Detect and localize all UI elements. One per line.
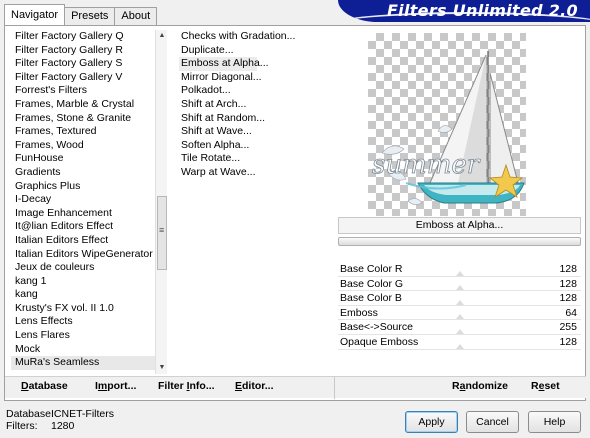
filter-item[interactable]: Soften Alpha... [179,139,329,153]
category-item[interactable]: Italian Editors WipeGenerator [11,248,155,262]
parameter-value: 128 [559,335,577,348]
parameter-name: Base Color G [340,277,404,290]
parameter-slider[interactable]: Base Color R 128 [338,262,581,277]
reset-button[interactable]: Reset [531,380,560,392]
filter-item[interactable]: Shift at Arch... [179,98,329,112]
filter-item[interactable]: Polkadot... [179,84,329,98]
tab-presets[interactable]: Presets [64,7,116,25]
database-button[interactable]: Database [21,380,68,392]
status-area: Database: ICNET-Filters Filters: 1280 [6,408,114,432]
current-filter-name: Emboss at Alpha... [338,217,581,234]
filters-count: 1280 [51,420,75,432]
category-item[interactable]: Graphics Plus [11,180,155,194]
category-item[interactable]: It@lian Editors Effect [11,220,155,234]
import-button[interactable]: Import... [95,380,136,392]
filter-item[interactable]: Emboss at Alpha... [179,57,269,71]
banner-title: Filters Unlimited 2.0 [386,1,578,20]
navigator-panel: Filter Factory Gallery Q Filter Factory G… [4,25,586,401]
progress-bar [338,237,581,246]
help-button[interactable]: Help [528,411,581,433]
category-item[interactable]: Frames, Marble & Crystal [11,98,155,112]
parameter-value: 128 [559,292,577,305]
parameter-value: 64 [565,306,577,319]
scroll-up-icon[interactable]: ▲ [156,30,168,42]
parameter-slider[interactable]: Base<->Source 255 [338,320,581,335]
parameter-name: Base Color B [340,292,402,305]
filter-item[interactable]: Warp at Wave... [179,166,329,180]
category-scrollbar[interactable]: ▲ ▼ [155,30,167,374]
category-item[interactable]: FunHouse [11,152,155,166]
filter-item[interactable]: Tile Rotate... [179,152,329,166]
slider-marker-icon[interactable] [456,285,464,291]
tab-bar: Navigator Presets About [4,4,158,25]
category-item[interactable]: Filter Factory Gallery V [11,71,155,85]
category-item[interactable]: Jeux de couleurs [11,261,155,275]
preview-image: summer [368,33,526,216]
parameter-name: Opaque Emboss [340,335,419,348]
slider-marker-icon[interactable] [456,328,464,334]
category-item[interactable]: Gradients [11,166,155,180]
category-item[interactable]: Italian Editors Effect [11,234,155,248]
parameter-slider[interactable]: Emboss 64 [338,306,581,321]
category-item[interactable]: Frames, Textured [11,125,155,139]
category-item[interactable]: Frames, Wood [11,139,155,153]
filters-label: Filters: [6,420,38,432]
filter-item[interactable]: Shift at Random... [179,112,329,126]
category-item[interactable]: Frames, Stone & Granite [11,112,155,126]
database-label: Database: [6,408,54,420]
apply-button[interactable]: Apply [405,411,458,433]
slider-marker-icon[interactable] [456,299,464,305]
category-item[interactable]: kang [11,288,155,302]
category-item[interactable]: Krusty's FX vol. II 1.0 [11,302,155,316]
category-item[interactable]: kang 1 [11,275,155,289]
title-banner: Filters Unlimited 2.0 [338,0,590,22]
cancel-button[interactable]: Cancel [466,411,519,433]
category-item[interactable]: Filter Factory Gallery Q [11,30,155,44]
category-item[interactable]: Lens Effects [11,315,155,329]
editor-button[interactable]: Editor... [235,380,274,392]
parameter-slider[interactable]: Base Color B 128 [338,291,581,306]
slider-marker-icon[interactable] [456,343,464,349]
category-item[interactable]: Filter Factory Gallery R [11,44,155,58]
tab-about[interactable]: About [114,7,158,25]
parameter-slider[interactable]: Opaque Emboss 128 [338,335,581,350]
toolbar-separator [334,377,335,399]
category-item[interactable]: Lens Flares [11,329,155,343]
category-list[interactable]: Filter Factory Gallery Q Filter Factory G… [11,30,155,374]
preview-watermark: summer [372,150,481,180]
parameter-value: 128 [559,263,577,275]
filter-item[interactable]: Mirror Diagonal... [179,71,329,85]
filter-info-button[interactable]: Filter Info... [158,380,215,392]
filter-item[interactable]: Duplicate... [179,44,329,58]
category-item[interactable]: MuRa's Seamless [11,356,155,370]
tab-navigator[interactable]: Navigator [4,4,66,25]
bottom-toolbar: Database Import... Filter Info... Editor… [5,376,586,399]
slider-marker-icon[interactable] [456,314,464,320]
parameter-value: 255 [559,321,577,334]
category-item[interactable]: Image Enhancement [11,207,155,221]
category-item[interactable]: I-Decay [11,193,155,207]
filter-item[interactable]: Shift at Wave... [179,125,329,139]
sailboat-preview-graphic: summer [372,51,525,205]
parameter-name: Base Color R [340,263,403,275]
scroll-down-icon[interactable]: ▼ [156,362,168,374]
parameter-slider[interactable]: Base Color G 128 [338,277,581,292]
parameter-list: Base Color R 128 Base Color G 128 Base Color… [338,262,581,350]
filter-list[interactable]: Checks with Gradation... Duplicate... Embo… [179,30,329,180]
scrollbar-thumb[interactable] [157,196,167,270]
category-item[interactable]: Mock [11,343,155,357]
parameter-name: Base<->Source [340,321,413,334]
parameter-value: 128 [559,277,577,290]
category-item[interactable]: Filter Factory Gallery S [11,57,155,71]
database-value: ICNET-Filters [51,408,114,420]
slider-marker-icon[interactable] [456,270,464,276]
parameter-name: Emboss [340,306,378,319]
filter-item[interactable]: Checks with Gradation... [179,30,329,44]
randomize-button[interactable]: Randomize [452,380,508,392]
category-item[interactable]: Forrest's Filters [11,84,155,98]
